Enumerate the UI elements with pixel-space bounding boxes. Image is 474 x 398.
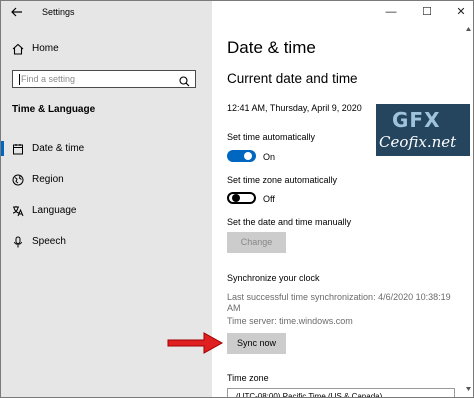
back-arrow-icon[interactable] <box>8 3 26 21</box>
maximize-button[interactable]: ☐ <box>416 4 438 20</box>
sidebar-item-label: Date & time <box>32 143 85 154</box>
last-sync-line-1: Last successful time synchronization: 4/… <box>227 292 451 302</box>
main-content: — ☐ ✕ Date & time Current date and time … <box>212 1 473 397</box>
current-datetime: 12:41 AM, Thursday, April 9, 2020 <box>227 103 362 113</box>
language-icon <box>12 205 24 217</box>
sidebar-item-speech[interactable]: Speech <box>1 231 212 253</box>
search-icon[interactable] <box>179 74 190 92</box>
settings-window: Settings Home Find a setting Time & Lang… <box>0 0 474 398</box>
sidebar-item-label: Speech <box>32 236 66 247</box>
minimize-button[interactable]: — <box>380 4 402 20</box>
set-tz-auto-toggle[interactable] <box>227 192 256 204</box>
watermark-site: Ceofix.net <box>379 133 457 151</box>
timezone-heading: Time zone <box>227 373 269 383</box>
sidebar-item-label: Home <box>32 43 59 54</box>
time-server: Time server: time.windows.com <box>227 316 353 326</box>
set-tz-auto-label: Set time zone automatically <box>227 175 338 185</box>
sidebar-item-label: Region <box>32 174 64 185</box>
set-time-auto-state: On <box>263 152 276 162</box>
clock-icon <box>12 143 24 155</box>
scrollbar[interactable] <box>465 25 472 393</box>
watermark-logo: GFX <box>392 108 441 132</box>
app-title: Settings <box>42 7 75 17</box>
timezone-select[interactable]: (UTC-08:00) Pacific Time (US & Canada) <box>227 388 455 397</box>
toggle-knob <box>232 194 240 202</box>
search-input[interactable]: Find a setting <box>12 70 196 88</box>
set-tz-auto-state: Off <box>263 194 275 204</box>
red-arrow-icon <box>166 331 224 360</box>
search-placeholder: Find a setting <box>21 74 76 84</box>
sidebar-item-label: Language <box>32 205 77 216</box>
change-button[interactable]: Change <box>227 232 286 253</box>
sync-now-button[interactable]: Sync now <box>227 333 286 354</box>
section-heading-current: Current date and time <box>227 71 358 86</box>
text-cursor <box>19 74 20 85</box>
sidebar-item-language[interactable]: Language <box>1 200 212 222</box>
home-icon <box>12 43 24 55</box>
set-manual-label: Set the date and time manually <box>227 217 352 227</box>
sync-heading: Synchronize your clock <box>227 273 320 283</box>
microphone-icon <box>12 236 24 248</box>
title-bar: Settings <box>1 1 212 25</box>
toggle-knob <box>244 152 252 160</box>
last-sync-line-2: AM <box>227 303 241 313</box>
sidebar-item-date-time[interactable]: Date & time <box>1 138 212 160</box>
watermark: GFX Ceofix.net <box>376 104 470 156</box>
section-title: Time & Language <box>12 104 96 115</box>
close-button[interactable]: ✕ <box>450 4 472 20</box>
sidebar-item-region[interactable]: Region <box>1 169 212 191</box>
sidebar-item-home[interactable]: Home <box>1 38 212 60</box>
set-time-auto-toggle[interactable] <box>227 150 256 162</box>
set-time-auto-label: Set time automatically <box>227 132 316 142</box>
page-title: Date & time <box>227 38 316 57</box>
globe-icon <box>12 174 24 186</box>
